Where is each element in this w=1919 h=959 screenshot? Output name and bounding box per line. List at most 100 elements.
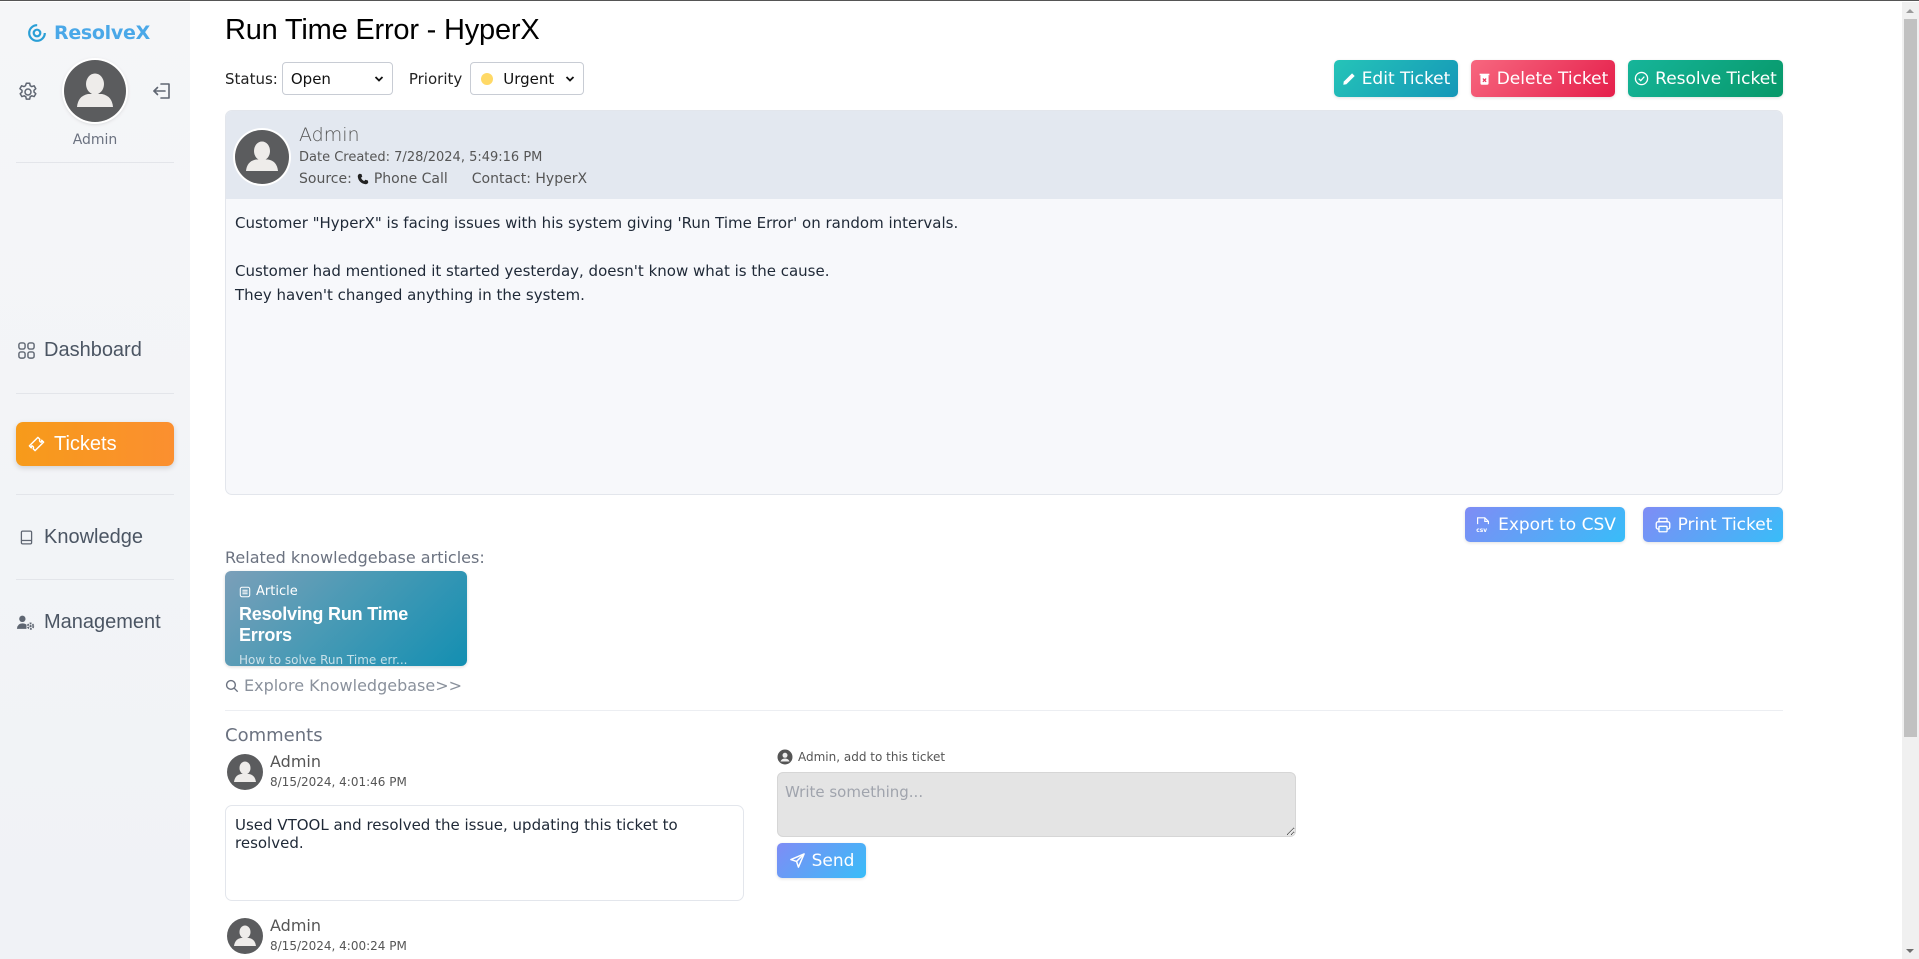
ticket-date-created: Date Created: 7/28/2024, 5:49:16 PM <box>299 150 543 165</box>
export-csv-button[interactable]: csv Export to CSV <box>1465 507 1625 542</box>
sidebar-item-management[interactable]: Management <box>16 600 174 644</box>
send-comment-button[interactable]: Send <box>777 843 866 878</box>
gear-icon[interactable] <box>16 80 40 104</box>
description-line: Customer "HyperX" is facing issues with … <box>235 214 959 232</box>
sidebar-user-name: Admin <box>72 132 118 148</box>
export-csv-label: Export to CSV <box>1498 514 1616 535</box>
page-scrollbar[interactable] <box>1902 2 1919 959</box>
article-tag-label: Article <box>256 584 298 599</box>
comment-header: Admin 8/15/2024, 4:00:24 PM <box>225 916 525 959</box>
divider <box>225 710 1783 711</box>
sidebar-item-dashboard[interactable]: Dashboard <box>16 328 174 372</box>
scrollbar-thumb[interactable] <box>1904 19 1917 737</box>
edit-ticket-label: Edit Ticket <box>1361 68 1451 89</box>
sidebar: ResolveX Admin Dashboard Tickets Knowled… <box>0 2 190 959</box>
user-gear-icon <box>16 612 36 632</box>
delete-ticket-label: Delete Ticket <box>1496 68 1609 89</box>
search-icon <box>225 679 239 692</box>
sidebar-item-label: Knowledge <box>44 525 143 548</box>
user-avatar[interactable] <box>64 60 126 122</box>
logout-icon[interactable] <box>150 79 174 103</box>
article-tag: Article <box>239 584 453 599</box>
comment-text: Used VTOOL and resolved the issue, updat… <box>225 805 744 901</box>
brand[interactable]: ResolveX <box>26 22 150 44</box>
svg-text:csv: csv <box>1476 527 1487 533</box>
article-summary: How to solve Run Time err... <box>239 653 408 667</box>
related-articles-label: Related knowledgebase articles: <box>225 548 485 567</box>
send-icon <box>789 853 805 868</box>
explore-label: Explore Knowledgebase>> <box>244 676 463 695</box>
chevron-down-icon <box>566 76 575 82</box>
status-value: Open <box>290 69 331 88</box>
ticket-meta-controls: Status: Open Priority Urgent <box>225 62 585 95</box>
comment-avatar <box>227 754 263 790</box>
user-circle-icon <box>777 749 793 765</box>
add-comment-label-text: Admin, add to this ticket <box>798 750 946 764</box>
divider <box>16 494 174 495</box>
priority-select[interactable]: Urgent <box>470 62 585 95</box>
scroll-up-arrow-icon[interactable] <box>1906 9 1914 13</box>
comments-heading: Comments <box>225 725 323 746</box>
check-circle-icon <box>1634 71 1649 86</box>
comment-author: Admin <box>270 752 321 771</box>
priority-value: Urgent <box>503 69 555 88</box>
divider <box>16 162 174 163</box>
ticket-description: Customer "HyperX" is facing issues with … <box>226 199 1782 319</box>
description-line: They haven't changed anything in the sys… <box>235 286 585 304</box>
comment-author: Admin <box>270 916 321 935</box>
explore-knowledgebase-link[interactable]: Explore Knowledgebase>> <box>225 676 462 695</box>
resolve-ticket-label: Resolve Ticket <box>1655 68 1777 89</box>
comment-date: 8/15/2024, 4:00:24 PM <box>270 939 407 953</box>
priority-dot-icon <box>481 72 494 85</box>
sidebar-item-tickets[interactable]: Tickets <box>16 422 174 466</box>
printer-icon <box>1655 517 1671 532</box>
description-line <box>235 235 1773 259</box>
author-avatar <box>235 130 289 184</box>
ticket-header: Admin Date Created: 7/28/2024, 5:49:16 P… <box>226 111 1782 199</box>
chevron-down-icon <box>374 76 383 82</box>
page-title: Run Time Error - HyperX <box>225 14 540 46</box>
scroll-down-arrow-icon[interactable] <box>1906 949 1914 953</box>
grid-icon <box>16 340 36 360</box>
user-silhouette-icon <box>234 761 256 782</box>
article-card[interactable]: Article Resolving Run Time Errors How to… <box>225 571 467 667</box>
resolve-ticket-button[interactable]: Resolve Ticket <box>1628 60 1783 97</box>
brand-name: ResolveX <box>54 22 150 44</box>
sidebar-item-label: Tickets <box>54 432 117 455</box>
divider <box>16 579 174 580</box>
user-silhouette-icon <box>246 141 278 171</box>
user-silhouette-icon <box>77 73 113 107</box>
pencil-icon <box>1343 72 1355 85</box>
status-select[interactable]: Open <box>281 62 393 95</box>
comment-header: Admin 8/15/2024, 4:01:46 PM <box>225 752 525 796</box>
resolvex-logo-icon <box>28 24 46 42</box>
send-label: Send <box>811 850 855 871</box>
sidebar-item-label: Management <box>44 610 161 633</box>
trash-icon <box>1479 73 1490 85</box>
sidebar-item-label: Dashboard <box>44 338 142 361</box>
source-label: Source: <box>299 171 352 187</box>
ticket-author: Admin <box>299 124 360 146</box>
ticket-icon <box>26 434 46 454</box>
ticket-card: Admin Date Created: 7/28/2024, 5:49:16 P… <box>225 110 1783 495</box>
csv-file-icon: csv <box>1476 516 1490 533</box>
description-line: Customer had mentioned it started yester… <box>235 262 830 280</box>
comment-input[interactable] <box>777 772 1296 837</box>
comment-avatar <box>227 918 263 954</box>
priority-label: Priority <box>408 69 463 88</box>
ticket-contact: Contact: HyperX <box>471 171 588 187</box>
phone-icon <box>357 173 369 185</box>
sidebar-item-knowledge[interactable]: Knowledge <box>16 515 174 559</box>
profile-row <box>14 60 176 122</box>
source-value: Phone Call <box>373 171 448 187</box>
edit-ticket-button[interactable]: Edit Ticket <box>1334 60 1458 97</box>
print-ticket-label: Print Ticket <box>1677 514 1773 535</box>
ticket-source: Source: Phone Call Contact: HyperX <box>299 171 587 187</box>
divider <box>16 393 174 394</box>
delete-ticket-button[interactable]: Delete Ticket <box>1471 60 1615 97</box>
book-icon <box>16 527 36 547</box>
user-silhouette-icon <box>234 925 256 946</box>
add-comment-label: Admin, add to this ticket <box>777 749 945 765</box>
comment-date: 8/15/2024, 4:01:46 PM <box>270 775 407 789</box>
print-ticket-button[interactable]: Print Ticket <box>1643 507 1783 542</box>
